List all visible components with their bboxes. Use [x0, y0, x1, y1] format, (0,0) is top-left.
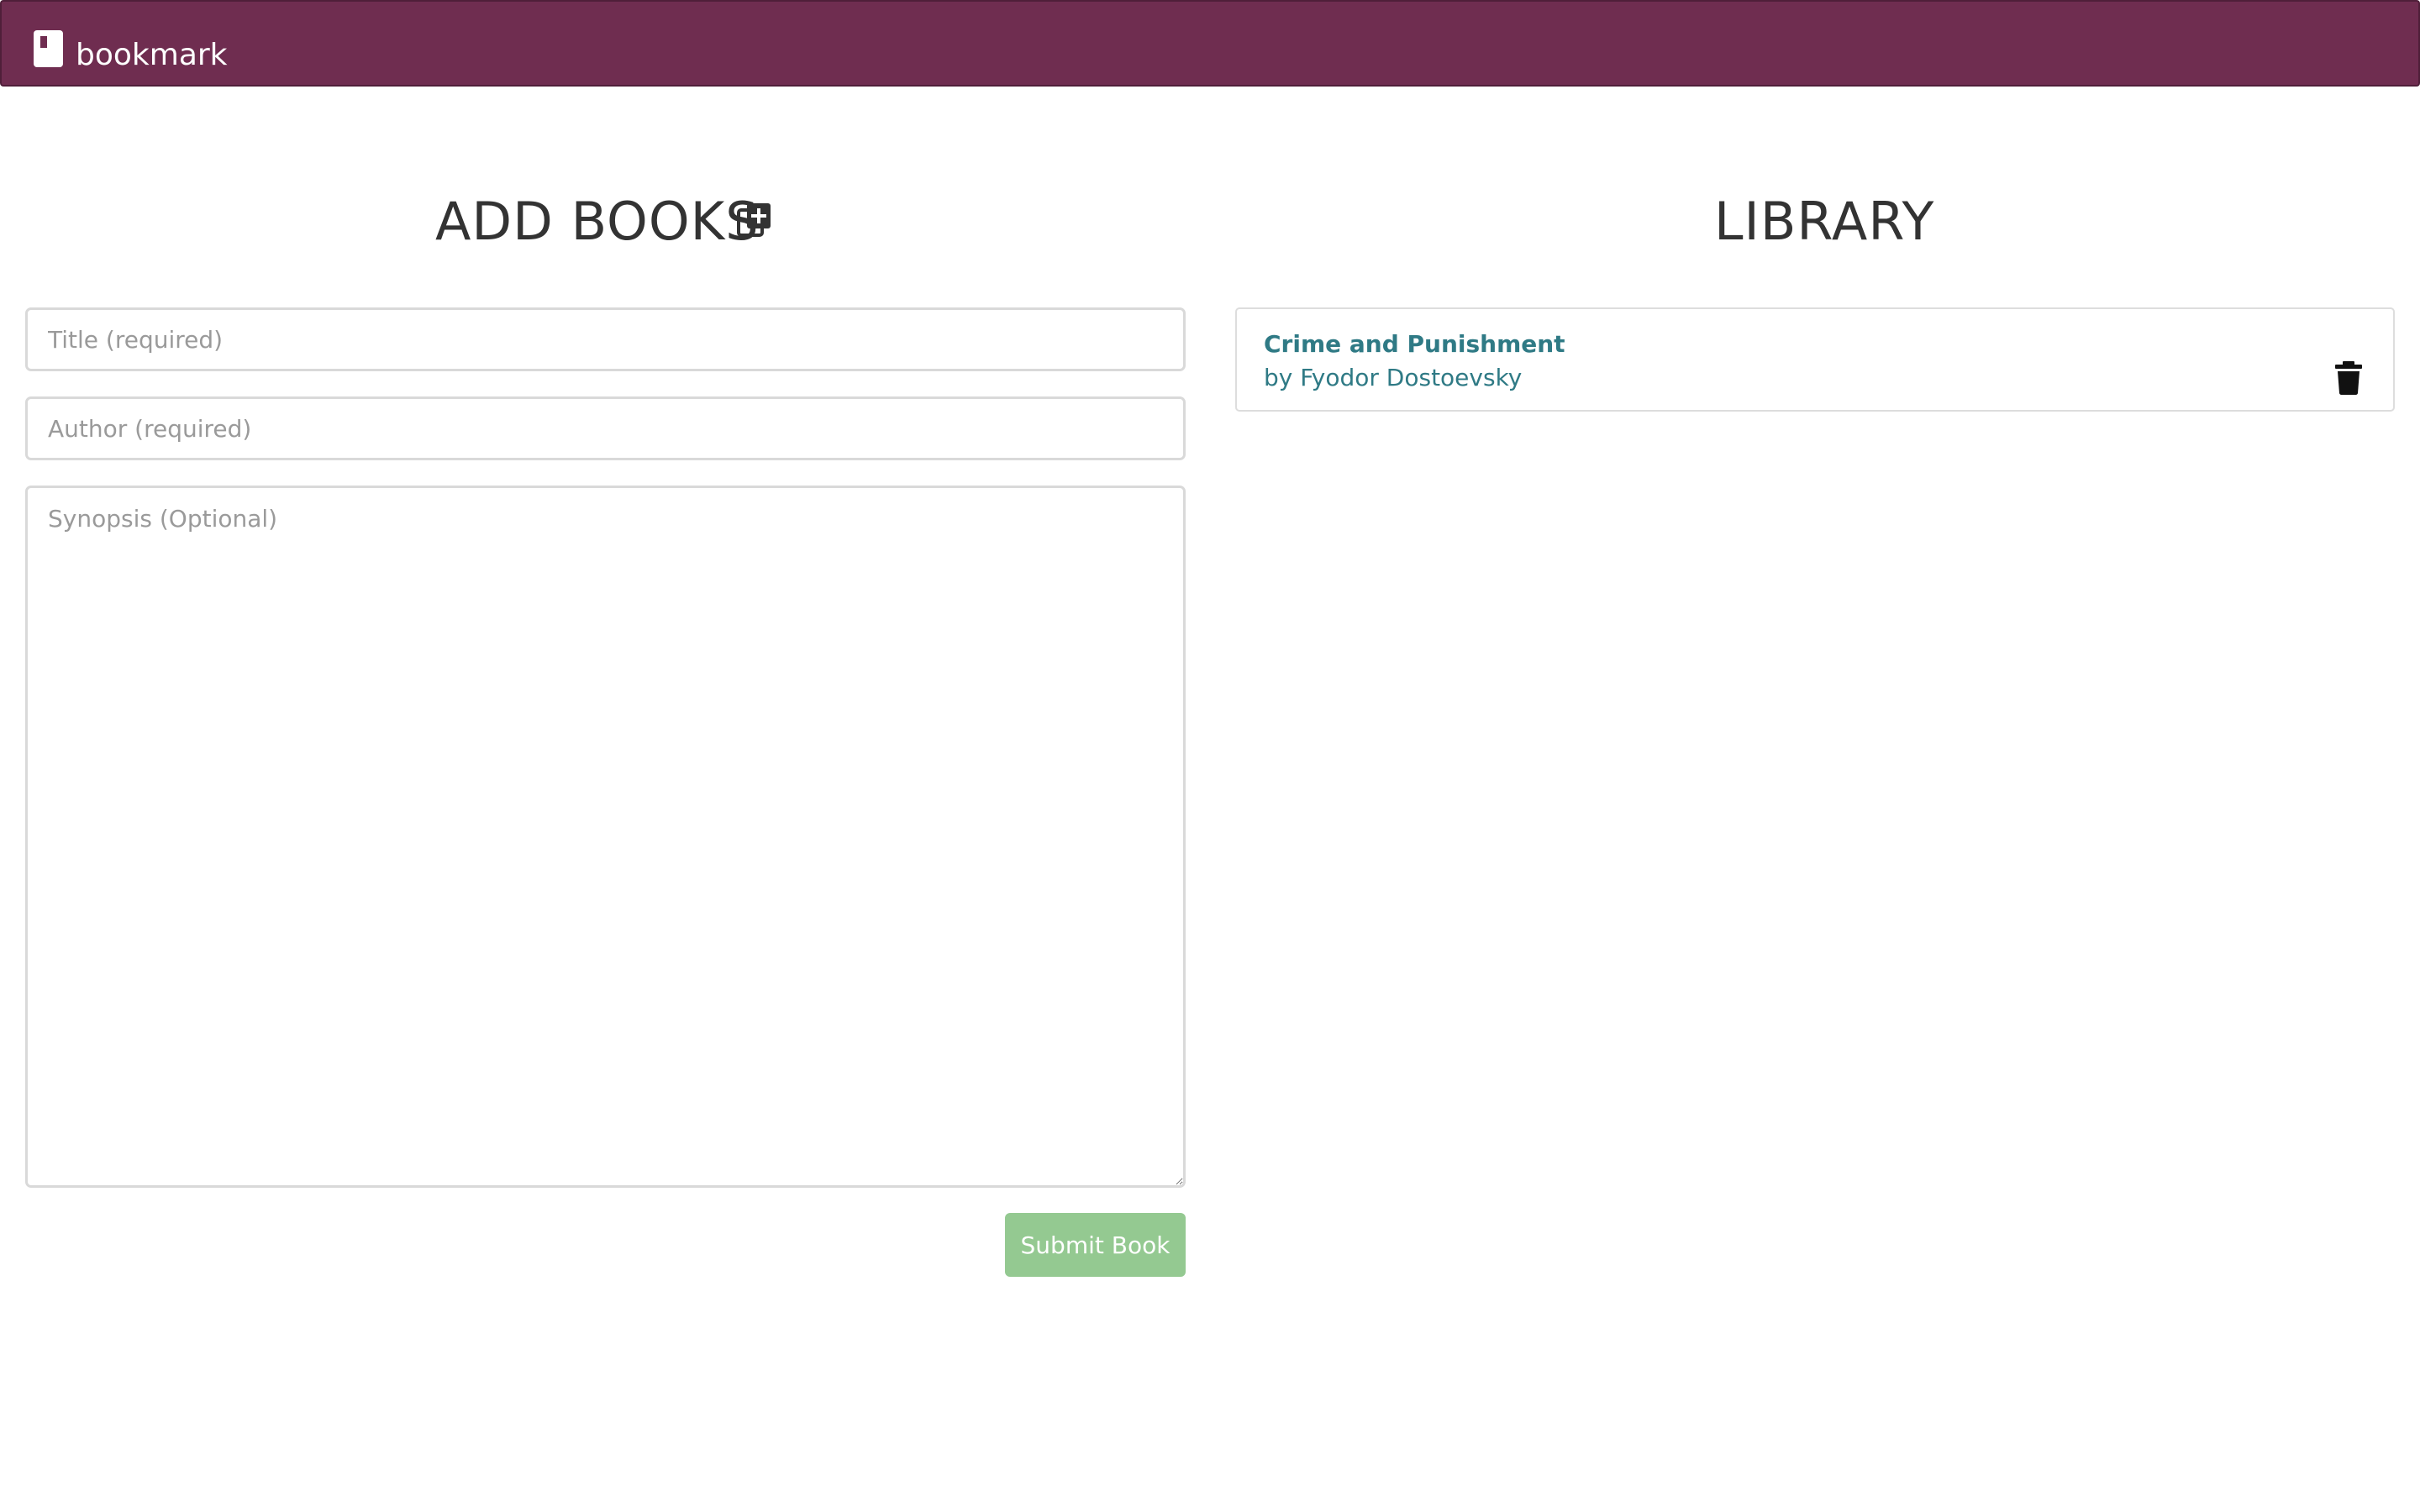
title-input[interactable]: [25, 307, 1186, 371]
synopsis-textarea[interactable]: [25, 486, 1186, 1188]
library-heading: LIBRARY: [1714, 191, 1935, 252]
submit-book-button[interactable]: Submit Book: [1005, 1213, 1186, 1277]
navbar: bookmark: [0, 0, 2420, 87]
author-input[interactable]: [25, 396, 1186, 460]
add-box-icon: [737, 203, 771, 237]
book-icon: [34, 30, 63, 67]
brand-name[interactable]: bookmark: [76, 37, 228, 74]
book-title-link[interactable]: Crime and Punishment: [1264, 329, 1565, 360]
book-author: by Fyodor Dostoevsky: [1264, 364, 1523, 391]
add-books-heading: ADD BOOKS: [435, 191, 760, 252]
book-list-item: Crime and Punishment by Fyodor Dostoevsk…: [1235, 307, 2395, 412]
trash-icon[interactable]: [2334, 361, 2363, 395]
